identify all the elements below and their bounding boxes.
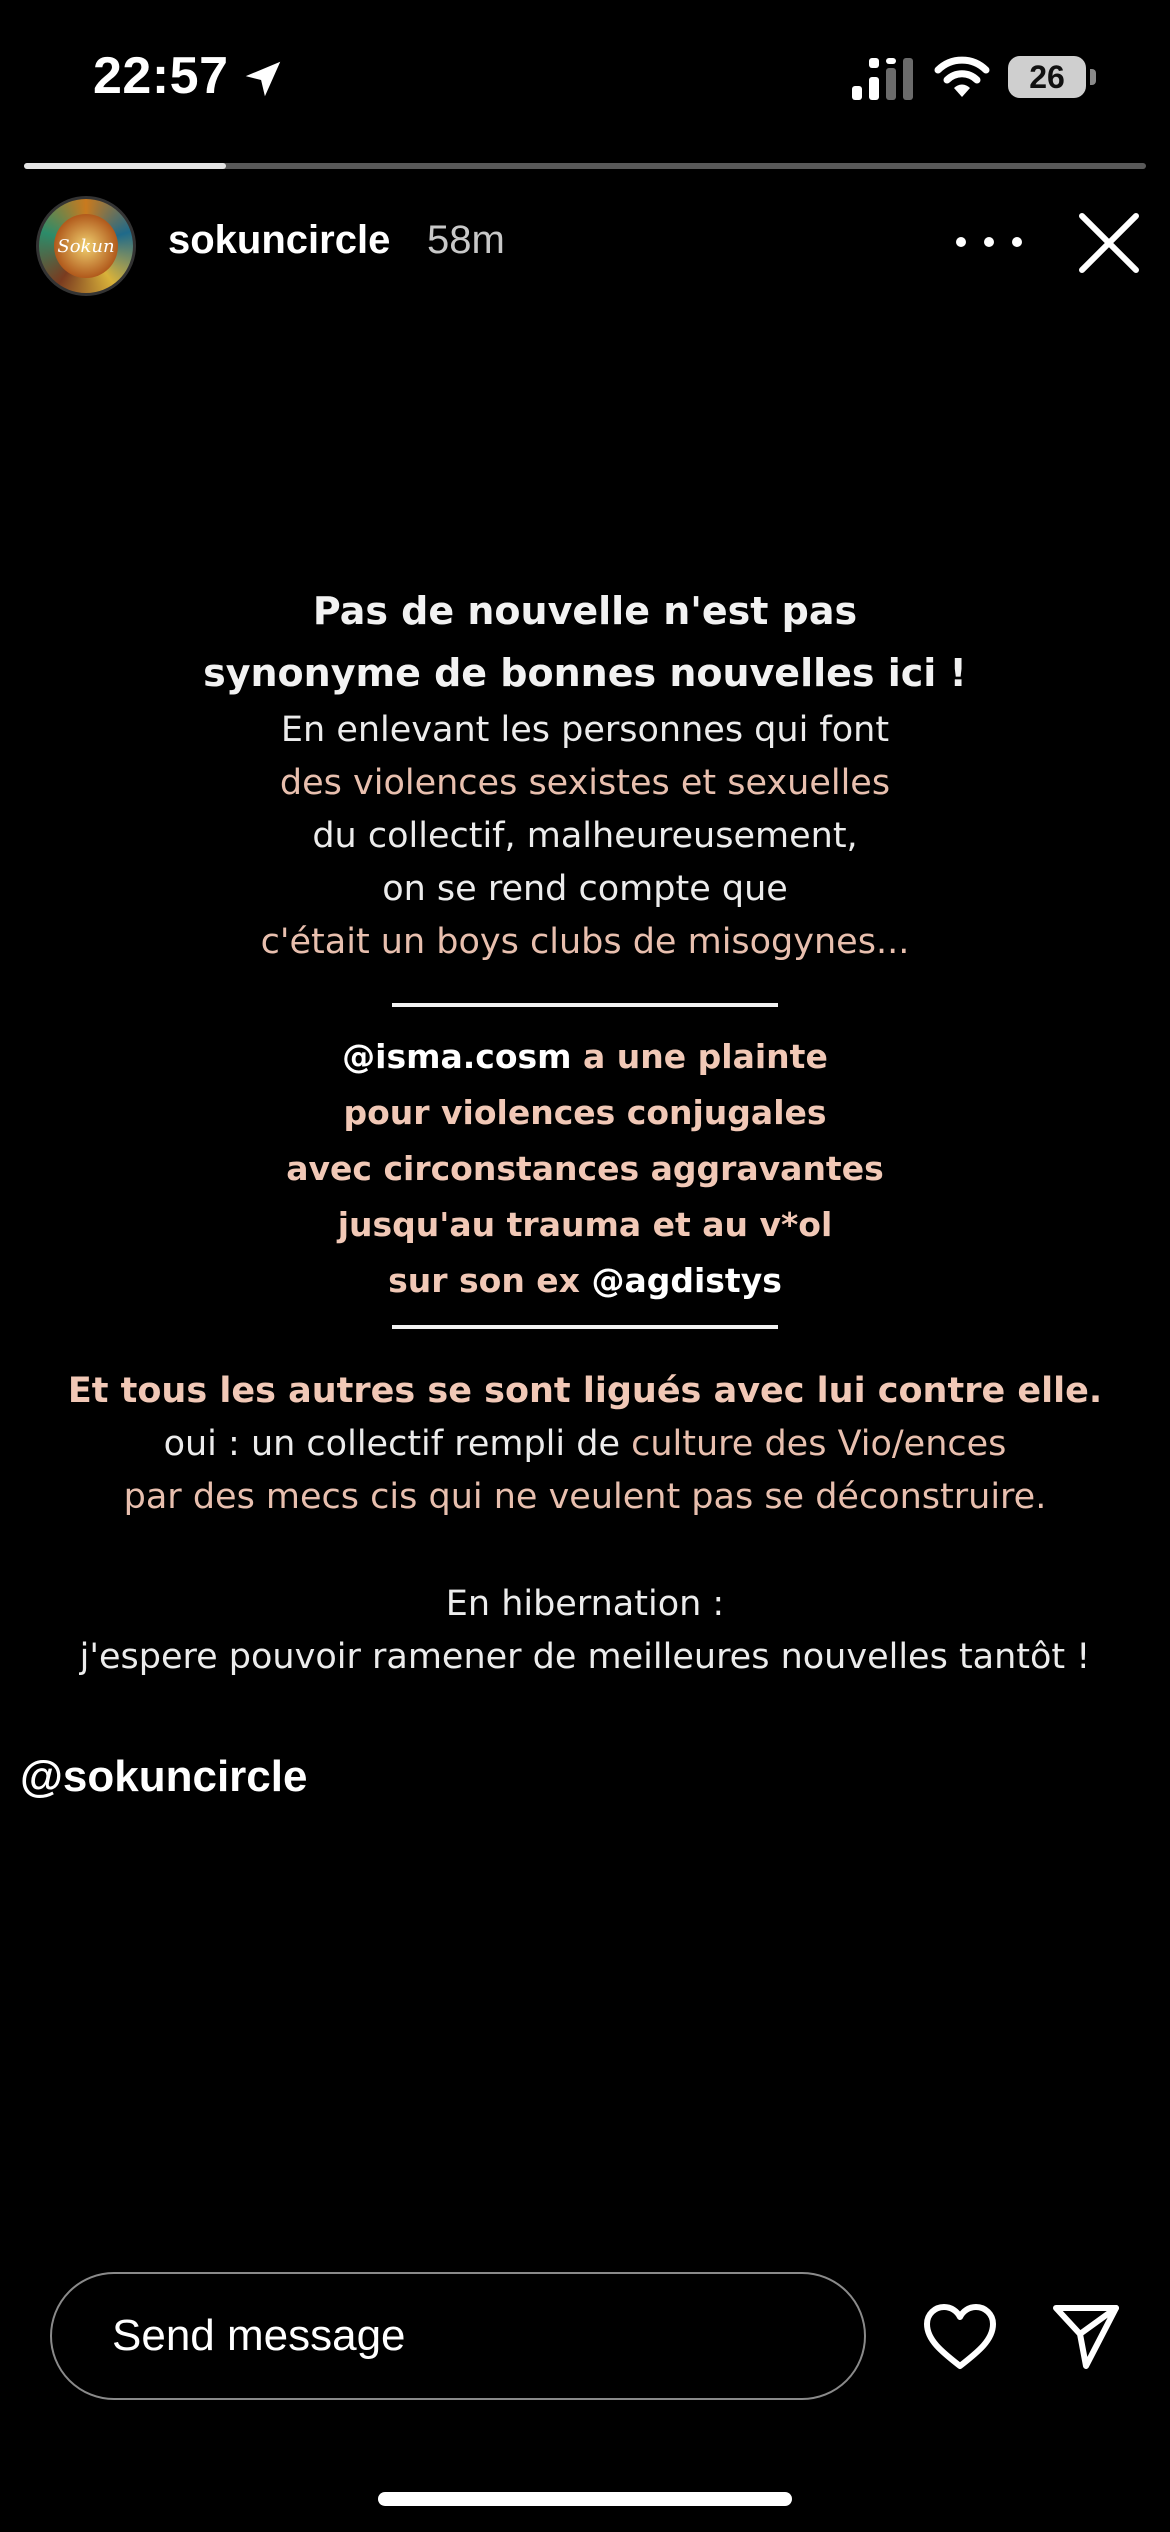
story-progress-fill [24,163,226,169]
story-line: @isma.cosm a une plainte [0,1029,1170,1085]
status-bar: 22:57 26 [0,0,1170,150]
story-line: jusqu'au trauma et au v*ol [337,1205,833,1244]
story-highlight: culture des Vio/ences [631,1424,1007,1464]
status-time: 22:57 [93,47,229,105]
story-content: Pas de nouvelle n'est pas synonyme de bo… [0,580,1170,1684]
more-dot [1012,237,1022,247]
story-line: Et tous les autres se sont ligués avec l… [67,1371,1103,1411]
signal-icon [852,58,913,100]
home-indicator[interactable] [378,2492,792,2506]
story-line: j'espere pouvoir ramener de meilleures n… [79,1637,1091,1677]
story-age: 58m [427,218,505,262]
more-options-icon[interactable] [956,222,1022,262]
story-line: du collectif, malheureusement, [312,816,858,856]
mention-isma[interactable]: @isma.cosm [342,1037,571,1076]
headline-line: synonyme de bonnes nouvelles ici ! [203,651,967,695]
story-line: avec circonstances aggravantes [286,1149,884,1188]
send-icon[interactable] [1052,2302,1120,2370]
battery-nub [1090,69,1096,85]
mention-sticker[interactable]: @sokuncircle [20,1752,307,1802]
battery-level: 26 [1029,58,1065,95]
divider [392,1325,778,1329]
more-dot [956,237,966,247]
story-line: En enlevant les personnes qui font [280,710,890,750]
divider [392,1003,778,1007]
story-progress-bar [24,163,1146,169]
battery-icon: 26 [1008,56,1086,98]
location-arrow-icon [245,61,281,97]
wifi-icon [934,56,990,97]
story-line: par des mecs cis qui ne veulent pas se d… [123,1477,1047,1517]
story-line: oui : un collectif rempli de culture des… [0,1418,1170,1471]
story-line: pour violences conjugales [343,1093,827,1132]
story-line: sur son ex @agdistys [0,1253,1170,1309]
mention-agdistys[interactable]: @agdistys [591,1261,781,1300]
story-line: c'était un boys clubs de misogynes... [260,922,910,962]
story-line: des violences sexistes et sexuelles [279,763,891,803]
story-line: on se rend compte que [382,869,788,909]
avatar-logo: Sokun [54,214,118,278]
headline-line: Pas de nouvelle n'est pas [312,589,858,633]
close-icon[interactable] [1076,210,1142,276]
story-text: a une plainte [571,1037,828,1076]
story-username[interactable]: sokuncircle [168,218,390,263]
story-line: En hibernation : [445,1584,725,1624]
send-message-input[interactable]: Send message [50,2272,866,2400]
more-dot [984,237,994,247]
story-text: oui : un collectif rempli de [163,1424,632,1464]
story-text: sur son ex [388,1261,592,1300]
heart-icon[interactable] [922,2302,998,2372]
avatar[interactable]: Sokun [36,196,136,296]
message-placeholder: Send message [112,2311,406,2360]
